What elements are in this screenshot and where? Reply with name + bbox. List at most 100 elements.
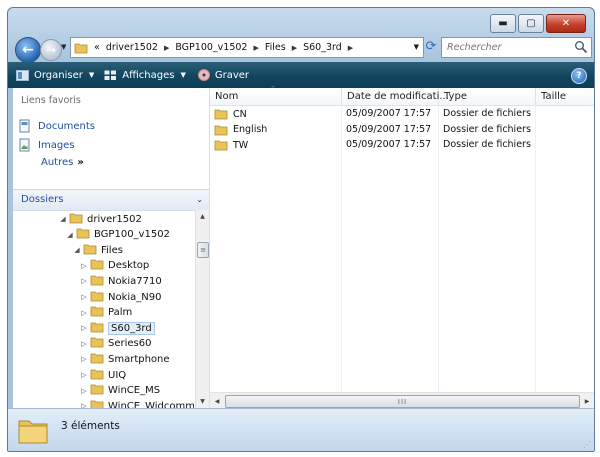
organize-menu[interactable]: Organiser ▼ — [16, 69, 94, 81]
tree-node[interactable]: ▷ Nokia_N90 — [79, 289, 162, 305]
cell-text: CN — [233, 108, 247, 120]
column-header-name[interactable]: Nom ⌃ — [210, 85, 342, 105]
tree-node[interactable]: ◢ driver1502 — [58, 211, 142, 227]
back-button[interactable]: ← — [15, 37, 41, 63]
scroll-thumb[interactable]: III — [225, 395, 580, 408]
views-menu[interactable]: Affichages ▼ — [104, 70, 186, 81]
refresh-button[interactable]: ⟳ — [422, 37, 440, 56]
resize-grip-icon[interactable]: ⋰ — [583, 440, 591, 449]
file-row[interactable]: TW 05/09/2007 17:57 Dossier de fichiers — [210, 138, 594, 153]
tree-node[interactable]: ▷ WinCE_Widcomm — [79, 398, 194, 408]
address-dropdown-icon[interactable]: ▼ — [414, 43, 419, 51]
breadcrumb-separator-icon[interactable]: ▶ — [292, 44, 297, 52]
folder-icon — [76, 227, 90, 242]
breadcrumb-separator-icon[interactable]: ▶ — [348, 44, 353, 52]
tree-node[interactable]: ◢ BGP100_v1502 — [65, 227, 170, 243]
column-label: Type — [444, 91, 467, 102]
breadcrumb-separator-icon[interactable]: ▶ — [164, 44, 169, 52]
collapse-icon[interactable]: ◢ — [65, 231, 75, 239]
tree-node[interactable]: ▷ UIQ — [79, 367, 126, 383]
scroll-thumb[interactable]: ≡ — [197, 242, 209, 258]
tree-node[interactable]: ▷ S60_3rd — [79, 320, 155, 336]
column-headers: Nom ⌃ Date de modificati... Type Taille — [210, 85, 594, 106]
collapse-icon[interactable]: ◢ — [72, 246, 82, 254]
column-header-size[interactable]: Taille — [536, 88, 593, 105]
minimize-button[interactable]: ▬ — [490, 14, 516, 33]
favorite-link-images[interactable]: Images — [18, 138, 75, 152]
tree-node[interactable]: ▷ Smartphone — [79, 351, 170, 367]
tree-node-label: WinCE_MS — [108, 385, 161, 397]
folder-icon — [90, 321, 104, 336]
maximize-button[interactable]: ▢ — [518, 14, 544, 33]
folder-icon — [18, 420, 48, 444]
cell-text: Dossier de fichiers — [443, 108, 531, 119]
scroll-up-icon[interactable]: ▲ — [196, 210, 209, 223]
folder-icon — [90, 368, 104, 383]
close-button[interactable]: ✕ — [546, 14, 586, 33]
cell-name: CN — [214, 108, 247, 120]
folder-tree: ◢ driver1502 ◢ BGP100_v1502 ◢ Files ▷ Desktop ▷ N… — [13, 210, 194, 408]
burn-button[interactable]: Graver — [197, 69, 249, 81]
expand-icon[interactable]: ▷ — [79, 262, 89, 270]
folder-icon — [90, 258, 104, 273]
cell-text: English — [233, 124, 268, 135]
tree-node[interactable]: ▷ Series60 — [79, 336, 151, 352]
favorite-link-documents[interactable]: Documents — [18, 119, 95, 133]
recent-pages-dropdown[interactable]: ▼ — [61, 43, 66, 51]
expand-icon[interactable]: ▷ — [79, 309, 89, 317]
folder-tree-scrollbar[interactable]: ▲ ≡ ▼ — [195, 210, 209, 408]
collapse-icon[interactable]: ◢ — [58, 215, 68, 223]
forward-arrow-icon: → — [45, 43, 57, 57]
cell-text: Dossier de fichiers — [443, 139, 531, 150]
column-header-type[interactable]: Type — [439, 88, 536, 105]
search-box[interactable] — [441, 37, 592, 58]
expand-icon[interactable]: ▷ — [79, 324, 89, 332]
views-icon — [104, 70, 117, 80]
tree-node[interactable]: ▷ Nokia7710 — [79, 273, 162, 289]
tree-node[interactable]: ▷ WinCE_MS — [79, 383, 160, 399]
sort-ascending-icon: ⌃ — [270, 85, 276, 93]
tree-node[interactable]: ▷ Palm — [79, 305, 132, 321]
folder-icon — [90, 290, 104, 305]
folder-icon — [90, 383, 104, 398]
breadcrumb-overflow[interactable]: « — [94, 42, 100, 53]
scroll-left-icon[interactable]: ◀ — [210, 393, 224, 409]
help-button[interactable]: ? — [571, 68, 587, 84]
tree-node[interactable]: ▷ Desktop — [79, 258, 149, 274]
breadcrumb-item[interactable]: BGP100_v1502 — [175, 42, 247, 53]
explorer-window: ▬ ▢ ✕ ← → ▼ « driver1502 ▶ BGP100_v1502 … — [7, 7, 595, 452]
breadcrumb-item[interactable]: Files — [265, 42, 286, 53]
expand-icon[interactable]: ▷ — [79, 371, 89, 379]
expand-icon[interactable]: ▷ — [79, 387, 89, 395]
expand-icon[interactable]: ▷ — [79, 277, 89, 285]
forward-button[interactable]: → — [40, 39, 62, 61]
breadcrumb-item[interactable]: S60_3rd — [303, 42, 342, 53]
expand-icon[interactable]: ▷ — [79, 340, 89, 348]
folder-icon — [74, 43, 88, 53]
column-header-date[interactable]: Date de modificati... — [342, 88, 449, 105]
expand-icon[interactable]: ▷ — [79, 293, 89, 301]
breadcrumb-separator-icon[interactable]: ▶ — [253, 44, 258, 52]
tree-node[interactable]: ◢ Files — [72, 242, 123, 258]
file-list-scrollbar[interactable]: ◀ III ▶ — [210, 392, 594, 409]
tree-node-label: Nokia_N90 — [108, 291, 162, 303]
file-row[interactable]: CN 05/09/2007 17:57 Dossier de fichiers — [210, 107, 594, 122]
tree-node-label: Series60 — [108, 338, 152, 350]
cell-text: 05/09/2007 17:57 — [346, 123, 432, 135]
more-links-button[interactable]: Autres» — [41, 157, 84, 168]
search-icon[interactable] — [574, 40, 588, 54]
folder-icon — [83, 243, 97, 258]
disc-icon — [197, 69, 210, 81]
breadcrumb-item[interactable]: driver1502 — [106, 42, 158, 53]
chevron-down-icon[interactable]: ⌄ — [196, 195, 203, 204]
address-bar[interactable]: « driver1502 ▶ BGP100_v1502 ▶ Files ▶ S6… — [70, 37, 424, 58]
tree-node-label: Files — [101, 244, 123, 256]
folder-icon — [90, 305, 104, 320]
folders-header[interactable]: Dossiers ⌄ — [13, 189, 209, 211]
cell-name: TW — [214, 139, 248, 151]
expand-icon[interactable]: ▷ — [79, 355, 89, 363]
file-row[interactable]: English 05/09/2007 17:57 Dossier de fichie… — [210, 123, 594, 138]
scroll-right-icon[interactable]: ▶ — [580, 393, 594, 409]
scroll-down-icon[interactable]: ▼ — [196, 395, 209, 408]
search-input[interactable] — [445, 38, 569, 57]
